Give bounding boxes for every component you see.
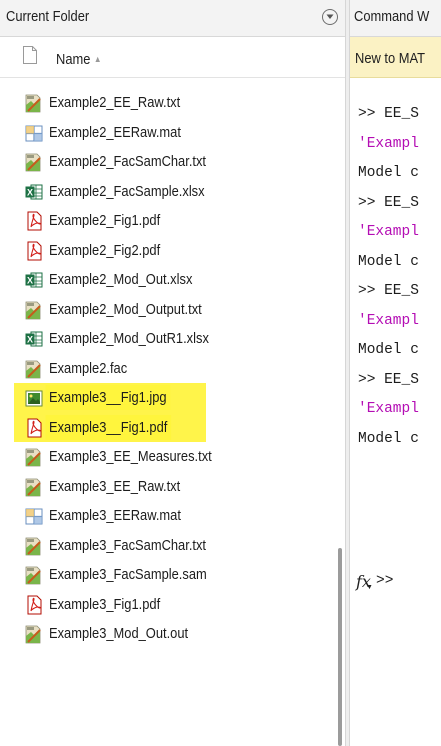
pdf-file-icon xyxy=(25,595,43,615)
file-row[interactable]: Example2_EE_Raw.txt xyxy=(0,88,338,118)
file-name: Example2_EE_Raw.txt xyxy=(49,94,181,111)
file-row[interactable]: Example2.fac xyxy=(0,354,338,384)
new-to-matlab-notice[interactable]: New to MAT xyxy=(350,37,441,78)
file-name: Example2_EERaw.mat xyxy=(49,123,181,141)
file-name: Example3__Fig1.jpg xyxy=(49,389,167,406)
command-line: >> EE_S xyxy=(358,283,419,299)
file-name: Example2_Mod_Out.xlsx xyxy=(49,271,193,288)
text-file-icon xyxy=(25,624,43,644)
file-name: Example3_FacSample.sam xyxy=(49,566,207,583)
command-line: 'Exampl xyxy=(358,401,419,417)
file-name: Example2_Mod_Output.txt xyxy=(49,300,202,318)
command-line: >> EE_S xyxy=(358,371,419,388)
excel-file-icon: X xyxy=(25,329,43,349)
text-file-icon xyxy=(25,565,43,585)
file-row[interactable]: Example3_EE_Measures.txt xyxy=(0,442,338,472)
file-name: Example2_Fig1.pdf xyxy=(49,212,161,229)
file-row[interactable]: Example3__Fig1.pdf xyxy=(0,412,338,443)
file-name: Example3_EERaw.mat xyxy=(49,507,181,524)
mat-file-icon xyxy=(25,123,43,143)
command-line: Model c xyxy=(358,430,419,447)
file-row[interactable]: Example3__Fig1.jpg xyxy=(0,383,338,413)
command-line: Model c xyxy=(358,342,419,358)
file-row[interactable]: Example2_Fig2.pdf xyxy=(0,236,338,266)
command-line: 'Exampl xyxy=(358,312,419,329)
pdf-file-icon xyxy=(25,241,43,261)
file-row[interactable]: Example2_Fig1.pdf xyxy=(0,206,338,236)
file-name: Example3_EE_Measures.txt xyxy=(49,448,212,465)
command-output: >> EE_S 'Exampl Model c >> EE_S 'Exampl Model… xyxy=(358,100,419,454)
notice-text: New to MAT xyxy=(355,50,426,67)
svg-text:X: X xyxy=(27,187,33,197)
text-file-icon xyxy=(25,152,43,172)
current-folder-title: Current Folder xyxy=(6,8,90,25)
excel-file-icon: X xyxy=(25,270,43,290)
file-row[interactable]: X Example2_Mod_Out.xlsx xyxy=(0,265,338,295)
pdf-file-icon xyxy=(25,211,43,231)
excel-file-icon: X xyxy=(25,182,43,202)
command-window-title: Command W xyxy=(354,8,430,25)
file-name: Example2_FacSamChar.txt xyxy=(49,153,207,170)
file-row[interactable]: Example2_EERaw.mat xyxy=(0,118,338,148)
file-name: Example3_FacSamChar.txt xyxy=(49,536,207,554)
image-file-icon xyxy=(25,388,43,408)
name-column-label[interactable]: Name ▲ xyxy=(56,51,102,68)
command-window-header: Command W xyxy=(350,0,441,37)
text-file-icon xyxy=(25,300,43,320)
file-row[interactable]: X Example2_Mod_OutR1.xlsx xyxy=(0,324,338,354)
file-row[interactable]: Example3_FacSamChar.txt xyxy=(0,531,338,561)
command-line: Model c xyxy=(358,253,419,270)
text-file-icon xyxy=(25,359,43,379)
file-name: Example2_FacSample.xlsx xyxy=(49,182,205,200)
command-line: >> EE_S xyxy=(358,194,419,211)
file-name: Example3_Fig1.pdf xyxy=(49,595,161,613)
file-name: Example2_Mod_OutR1.xlsx xyxy=(49,330,209,347)
vertical-scrollbar[interactable] xyxy=(338,548,342,746)
svg-text:X: X xyxy=(27,276,33,286)
pdf-file-icon xyxy=(25,418,43,438)
file-row[interactable]: Example3_EERaw.mat xyxy=(0,501,338,531)
file-row[interactable]: Example2_FacSamChar.txt xyxy=(0,147,338,177)
file-name: Example3_EE_Raw.txt xyxy=(49,477,181,495)
file-row[interactable]: Example2_Mod_Output.txt xyxy=(0,295,338,325)
file-row[interactable]: Example3_FacSample.sam xyxy=(0,560,338,590)
file-list: Example2_EE_Raw.txt Example2_EERaw.mat Exa… xyxy=(0,88,338,649)
text-file-icon xyxy=(25,447,43,467)
file-type-column-icon xyxy=(23,46,37,64)
panel-actions-button[interactable] xyxy=(322,9,338,25)
file-name: Example2_Fig2.pdf xyxy=(49,241,161,259)
file-row[interactable]: X Example2_FacSample.xlsx xyxy=(0,177,338,207)
file-name: Example2.fac xyxy=(49,359,128,377)
file-name: Example3_Mod_Out.out xyxy=(49,625,189,642)
file-row[interactable]: Example3_Fig1.pdf xyxy=(0,590,338,620)
svg-text:X: X xyxy=(27,335,33,345)
current-folder-panel: Current Folder Name ▲ Example2_EE_Raw.txt… xyxy=(0,0,345,746)
chevron-down-icon: ▼ xyxy=(366,584,373,591)
current-folder-header: Current Folder xyxy=(0,0,345,37)
text-file-icon xyxy=(25,536,43,556)
file-row[interactable]: Example3_EE_Raw.txt xyxy=(0,472,338,502)
sort-ascending-icon: ▲ xyxy=(93,54,102,64)
text-file-icon xyxy=(25,93,43,113)
name-column-header[interactable]: Name ▲ xyxy=(0,37,345,78)
command-line: 'Exampl xyxy=(358,135,419,152)
command-window-panel: Command W New to MAT >> EE_S 'Exampl Model… xyxy=(350,0,441,746)
chevron-down-icon xyxy=(326,14,334,19)
text-file-icon xyxy=(25,477,43,497)
file-row[interactable]: Example3_Mod_Out.out xyxy=(0,619,338,649)
command-line: 'Exampl xyxy=(358,224,419,240)
command-prompt[interactable]: >> xyxy=(376,573,393,589)
command-line: >> EE_S xyxy=(358,106,419,122)
mat-file-icon xyxy=(25,506,43,526)
file-name: Example3__Fig1.pdf xyxy=(49,418,168,436)
command-line: Model c xyxy=(358,165,419,181)
